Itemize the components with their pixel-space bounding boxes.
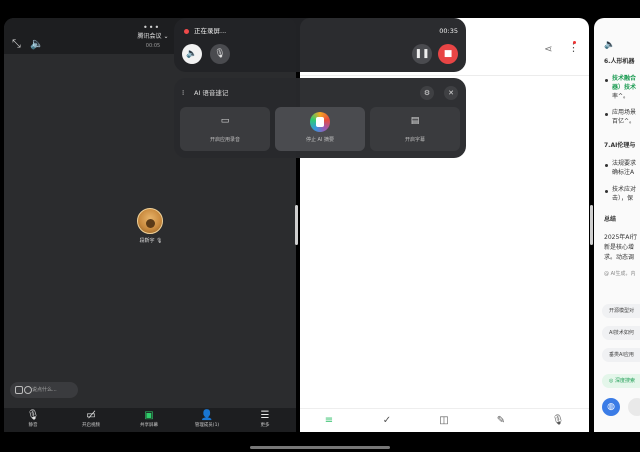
more-button[interactable]: ☰ 更多 [240,410,290,430]
bullet-dot [605,164,608,167]
ai-answer-window: 🔈 6.人形机器 技术融合 器）技术 率^。 应用场景 百亿^。 7.AI伦理与… [594,18,640,432]
mic-small-icon: 🎙 [156,238,163,244]
meeting-title-text: 腾讯会议 [137,33,162,40]
home-indicator[interactable] [250,446,390,449]
close-icon: ✕ [448,89,454,97]
check-icon[interactable]: ✓ [380,415,394,427]
list-icon[interactable]: ≡ [322,415,336,427]
answer-line: 器）技术 [612,84,637,91]
participant-name-text: 段靳宇 [139,238,155,244]
screen-share-button[interactable]: ▣ 共享屏幕 [124,410,174,430]
more-label: 更多 [260,423,270,428]
input-circle[interactable] [628,398,640,416]
mic-off-icon: 🎙 [214,49,226,59]
split-divider-handle[interactable] [295,205,298,245]
ai-summary-icon [310,112,330,132]
recording-dot-icon [184,29,189,34]
gear-icon: ⚙ [423,89,431,97]
summary-line: 求。动态调 [604,254,635,261]
deep-search-chip[interactable]: ◎ 深度搜索 [602,374,640,388]
camera-icon[interactable]: ◫ [437,415,451,427]
pause-button[interactable]: ❚❚ [412,44,432,64]
app-recording-label: 开启应用录音 [209,137,240,143]
mic-icon: 🎙 [26,410,40,421]
share-icon[interactable]: ⋖ [544,44,552,55]
meeting-title[interactable]: 腾讯会议 ⌄ [128,33,178,41]
members-icon: 👤 [200,410,214,421]
members-button[interactable]: 👤 管理成员(1) [182,410,232,430]
read-aloud-icon[interactable]: 🔈 [604,40,615,50]
more-dots-icon[interactable]: ••• [143,24,160,32]
recording-time: 00:35 [439,27,458,35]
stop-button[interactable]: ■ [438,44,458,64]
screen-share-label: 共享屏幕 [140,423,158,428]
ai-summary-card[interactable]: 停止 AI 摘要 [275,107,365,151]
screen-recording-bar: 正在录屏... 00:35 🔈 🎙 ❚❚ ■ [174,18,466,72]
subtitles-label: 开启字幕 [404,137,425,143]
section-heading: 6.人形机器 [604,58,635,65]
ai-summary-label: 停止 AI 摘要 [305,137,335,143]
chat-icon [15,386,23,394]
screen-share-icon: ▣ [144,410,154,421]
mute-button[interactable]: 🎙 静音 [8,410,58,430]
suggestion-chip[interactable]: AI技术如何 [602,326,640,340]
app-recording-card[interactable]: ▭ 开启应用录音 [180,107,270,151]
speaker-toggle-button[interactable]: 🔈 [182,44,202,64]
collapse-icon[interactable]: ⤡ [12,38,21,50]
document-toolbar: ≡ ✓ ◫ ✎ 🎙 [300,408,589,432]
suggestion-chip[interactable]: 开源模型对 [602,304,640,318]
suggestion-chip[interactable]: 垂类AI应用 [602,348,640,362]
screen: ⤡ 🔈 ••• 腾讯会议 ⌄ 00:05 段靳宇 🎙 说点什么... 🎙 静音 … [0,0,640,452]
answer-line: 确标注A [612,169,635,176]
stop-icon: ■ [443,49,453,59]
summary-line: 新是核心增 [604,244,635,251]
ai-voice-memo-panel: ⁞ AI 语音速记 ⚙ ✕ ▭ 开启应用录音 停止 AI 摘要 ▤ 开启字幕 [174,78,466,158]
answer-line: 击），保 [612,195,634,202]
answer-line: 技术应对 [612,186,637,193]
participant-name: 段靳宇 🎙 [126,238,176,245]
more-vertical-icon[interactable]: ⋮ [568,41,579,54]
meeting-time: 00:05 [145,43,161,49]
speaker-icon[interactable]: 🔈 [30,38,44,50]
answer-line: 法规要求 [612,160,637,167]
video-label: 开启视频 [82,423,100,428]
recorder-icon: ▭ [220,116,230,126]
chat-input[interactable]: 说点什么... [10,382,78,398]
video-button[interactable]: ▭̸ 开启视频 [66,410,116,430]
subtitles-icon: ▤ [410,116,420,126]
video-icon: ▭̸ [86,410,96,421]
meeting-toolbar: 🎙 静音 ▭̸ 开启视频 ▣ 共享屏幕 👤 管理成员(1) ☰ 更多 [4,408,296,432]
subtitles-card[interactable]: ▤ 开启字幕 [370,107,460,151]
mic-input-icon[interactable]: 🎙 [551,415,565,427]
answer-line: 应用场景 [612,109,637,116]
emoji-icon[interactable] [24,386,32,394]
avatar [137,208,163,234]
split-divider-handle-right[interactable] [590,205,593,245]
ai-panel-title: AI 语音速记 [194,89,229,97]
members-label: 管理成员(1) [194,423,220,428]
answer-line: 百亿^。 [612,118,636,125]
more-icon: ☰ [260,410,270,421]
summary-line: 2025年AI行 [604,234,638,241]
recording-label: 正在录屏... [194,27,227,35]
bullet-dot [605,190,608,193]
speaker-icon: 🔈 [186,49,198,59]
ai-waveform-icon: ⁞ [182,89,185,97]
mic-toggle-button[interactable]: 🎙 [210,44,230,64]
mute-label: 静音 [28,423,38,428]
answer-line: 技术融合 [612,75,637,82]
pen-icon[interactable]: ✎ [494,415,508,427]
answer-line: 率^。 [612,93,630,100]
summary-heading: 总结 [604,216,617,223]
section-heading: 7.AI伦理与 [604,142,636,149]
chat-placeholder: 说点什么... [32,387,57,393]
close-button[interactable]: ✕ [444,86,458,100]
globe-icon[interactable]: ◍ [602,398,620,416]
settings-button[interactable]: ⚙ [420,86,434,100]
pause-icon: ❚❚ [414,49,430,59]
bullet-dot [605,79,608,82]
ai-generated-note: @ AI生成，内 [604,271,636,277]
bullet-dot [605,113,608,116]
